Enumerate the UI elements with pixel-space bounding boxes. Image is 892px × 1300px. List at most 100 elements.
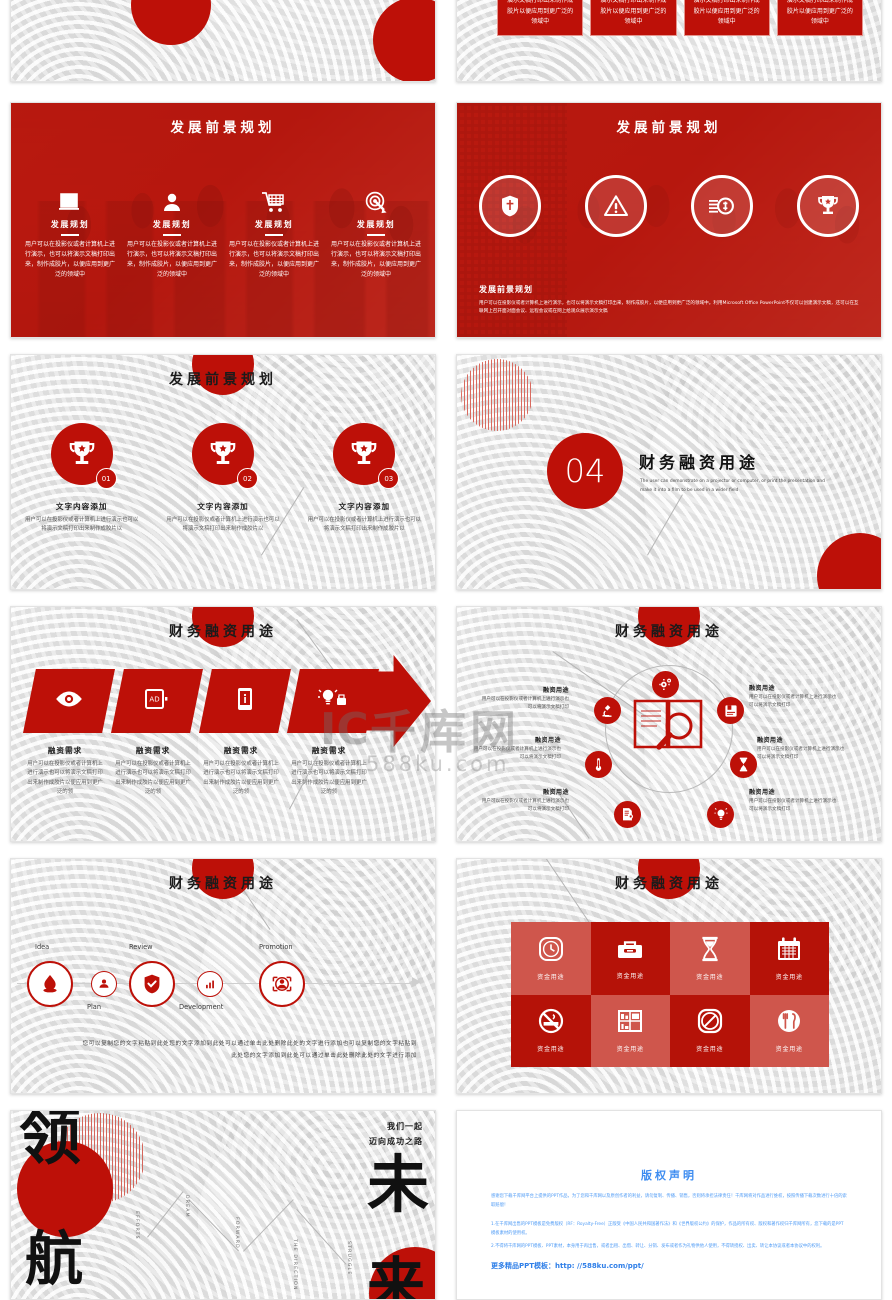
trophy-item[interactable]: 03 文字内容添加 用户可以在投影仪或者计算机上进行演示也可以将演示文稿打印出来… xyxy=(305,423,423,535)
feature-item[interactable]: 发展规划 用户可以在投影仪或者计算机上进行演示，也可以将演示文稿打印出来，制作成… xyxy=(19,191,121,280)
slide-cell-5[interactable]: 04 财务融资用途 The user can demonstrate on a … xyxy=(446,346,892,598)
target-icon xyxy=(331,191,421,219)
hourglass-icon xyxy=(699,936,721,966)
droplet-icon[interactable] xyxy=(27,961,73,1007)
trophy-item[interactable]: 01 文字内容添加 用户可以在投影仪或者计算机上进行演示也可以将演示文稿打印出来… xyxy=(23,423,141,535)
slide-cell-11[interactable]: 版权声明 感谢您下载千库网平台上提供的PPT作品，为了您和千库网以及原创作者的利… xyxy=(446,1102,892,1300)
bar-chart-icon xyxy=(25,191,115,219)
node-text: 用户可以在投影仪或者计算机上进行演示也可以将演示文稿打印 xyxy=(749,695,837,709)
slide-timeline[interactable]: 财务融资用途 Idea Plan Review Development Prom… xyxy=(10,858,436,1094)
tile-no-entry[interactable]: 资金用途 xyxy=(670,994,750,1067)
node-label: 融资用途 用户可以在投影仪或者计算机上进行演示也可以将演示文稿打印 xyxy=(757,735,845,763)
tile-toolbox[interactable]: 资金用途 xyxy=(590,922,670,995)
trophy-heading: 文字内容添加 xyxy=(338,502,391,511)
slide-title: 发展前景规划 xyxy=(170,120,276,136)
timeline-label-promotion: Promotion xyxy=(259,943,293,951)
slide-arrow-chevrons[interactable]: 财务融资用途 AD 融资需求 用户可以在投影仪或者计算机上进行演示也可以将演示文… xyxy=(10,606,436,842)
caption-block: 发展前景规划 用户可以在投影仪或者计算机上进行演示，也可以将演示文稿打印出来，制… xyxy=(479,284,859,317)
chevron-segment[interactable] xyxy=(23,669,115,733)
slide-cell-9[interactable]: 财务融资用途 资金用途 资金用途 资金用途 资金用途 资金用途 资金用途 资金用… xyxy=(446,850,892,1102)
divider xyxy=(265,234,283,236)
shield-check-icon[interactable] xyxy=(129,961,175,1007)
tile-label: 资金用途 xyxy=(775,973,803,981)
slide-cell-7[interactable]: 财务融资用途 融资用途 用户可以在投影仪或者计算机上进行演示也可以将演示文稿打印… xyxy=(446,598,892,850)
slide-top-left-partial[interactable] xyxy=(10,0,436,82)
shield-icon[interactable] xyxy=(479,175,541,237)
trophy-item[interactable]: 02 文字内容添加 用户可以在投影仪或者计算机上进行演示也可以将演示文稿打印出来… xyxy=(164,423,282,535)
slide-cell-2[interactable]: 发展前景规划 发展规划 用户可以在投影仪或者计算机上进行演示，也可以将演示文稿打… xyxy=(0,94,446,346)
feature-heading: 发展规划 xyxy=(254,220,294,229)
trophy-icon[interactable] xyxy=(797,175,859,237)
feature-item[interactable]: 发展规划 用户可以在投影仪或者计算机上进行演示，也可以将演示文稿打印出来，制作成… xyxy=(325,191,427,280)
slide-circular-diagram[interactable]: 财务融资用途 融资用途 用户可以在投影仪或者计算机上进行演示也可以将演示文稿打印… xyxy=(456,606,882,842)
caption-heading: 融资需求 xyxy=(135,746,171,755)
ppt-template-preview-grid: 用户可以在投影仪或者计算机上进行演示也可以将演示文稿打印出来制作成胶片以便应用到… xyxy=(0,0,892,1300)
warning-icon[interactable] xyxy=(585,175,647,237)
microscope-icon[interactable] xyxy=(594,697,621,724)
info-card-text: 用户可以在投影仪或者计算机上进行演示也可以将演示文稿打印出来制作成胶片以便应用到… xyxy=(693,0,760,25)
slide-closing[interactable]: 领 航 未 来 我们一起 迈向成功之路 EFFORTS DREAM FORWAR… xyxy=(10,1110,436,1300)
node-heading: 融资用途 xyxy=(542,789,569,796)
slide-title: 发展前景规划 xyxy=(616,120,722,136)
section-number: 04 xyxy=(547,433,623,509)
tile-no-smoking[interactable]: 资金用途 xyxy=(511,994,591,1067)
slide-trophies[interactable]: 发展前景规划 01 文字内容添加 用户可以在投影仪或者计算机上进行演示也可以将演… xyxy=(10,354,436,590)
slide-cell-6[interactable]: 财务融资用途 AD 融资需求 用户可以在投影仪或者计算机上进行演示也可以将演示文… xyxy=(0,598,446,850)
tile-shelf[interactable]: 资金用途 xyxy=(590,994,670,1067)
trophy-heading: 文字内容添加 xyxy=(197,502,249,511)
notebook-icon[interactable] xyxy=(717,697,744,724)
lightbulb-icon[interactable] xyxy=(707,801,734,828)
timeline-arrow xyxy=(412,977,421,987)
tile-hourglass[interactable]: 资金用途 xyxy=(670,922,750,995)
feature-text: 用户可以在投影仪或者计算机上进行演示，也可以将演示文稿打印出来，制作成胶片，以便… xyxy=(229,240,320,279)
caption-title: 发展前景规划 xyxy=(479,284,533,294)
gear-icon[interactable] xyxy=(652,671,679,698)
slide-top-right-partial[interactable]: 用户可以在投影仪或者计算机上进行演示也可以将演示文稿打印出来制作成胶片以便应用到… xyxy=(456,0,882,82)
person-icon[interactable] xyxy=(91,971,117,997)
info-card[interactable]: 用户可以在投影仪或者计算机上进行演示也可以将演示文稿打印出来制作成胶片以便应用到… xyxy=(590,0,677,36)
path-label-struggle: STRUGGLE xyxy=(346,1241,351,1276)
clock-icon xyxy=(538,936,564,966)
node-text: 用户可以在投影仪或者计算机上进行演示也可以将演示文稿打印 xyxy=(749,799,837,813)
slide-cell-0[interactable] xyxy=(0,0,446,90)
chevron-segment[interactable] xyxy=(199,669,291,733)
info-card[interactable]: 用户可以在投影仪或者计算机上进行演示也可以将演示文稿打印出来制作成胶片以便应用到… xyxy=(497,0,584,36)
slide-cell-4[interactable]: 发展前景规划 01 文字内容添加 用户可以在投影仪或者计算机上进行演示也可以将演… xyxy=(0,346,446,598)
feature-item[interactable]: 发展规划 用户可以在投影仪或者计算机上进行演示，也可以将演示文稿打印出来，制作成… xyxy=(223,191,325,280)
copyright-link[interactable]: 更多精品PPT模板：http: //588ku.com/ppt/ xyxy=(491,1261,644,1271)
tile-cutlery[interactable]: 资金用途 xyxy=(749,994,829,1067)
slide-eight-tiles[interactable]: 财务融资用途 资金用途 资金用途 资金用途 资金用途 资金用途 资金用途 资金用… xyxy=(456,858,882,1094)
info-card[interactable]: 用户可以在投影仪或者计算机上进行演示也可以将演示文稿打印出来制作成胶片以便应用到… xyxy=(776,0,863,36)
slide-cell-8[interactable]: 财务融资用途 Idea Plan Review Development Prom… xyxy=(0,850,446,1102)
timeline-label-development: Development xyxy=(179,1003,224,1011)
bar-chart-icon[interactable] xyxy=(197,971,223,997)
slide-dev-prospect-rings[interactable]: 发展前景规划 发展前景规划 用户可以在投影仪或者计算机上进行演示，也可以将演示文… xyxy=(456,102,882,338)
slide-copyright[interactable]: 版权声明 感谢您下载千库网平台上提供的PPT作品，为了您和千库网以及原创作者的利… xyxy=(456,1110,882,1300)
slide-cell-1[interactable]: 用户可以在投影仪或者计算机上进行演示也可以将演示文稿打印出来制作成胶片以便应用到… xyxy=(446,0,892,90)
tagline-line-1: 我们一起 xyxy=(387,1122,423,1131)
feature-heading: 发展规划 xyxy=(356,220,396,229)
doc-badge-icon[interactable] xyxy=(614,801,641,828)
timeline-body-text: 您可以复制您的文字粘贴到此处您的文字添加到此处可以通过单击此处删除此处的文字进行… xyxy=(82,1041,417,1059)
thermometer-icon[interactable] xyxy=(585,751,612,778)
info-card[interactable]: 用户可以在投影仪或者计算机上进行演示也可以将演示文稿打印出来制作成胶片以便应用到… xyxy=(683,0,770,36)
slide-section-04[interactable]: 04 财务融资用途 The user can demonstrate on a … xyxy=(456,354,882,590)
trophy-text: 用户可以在投影仪或者计算机上进行演示也可以将演示文稿打印出来制作成胶片以 xyxy=(166,517,280,533)
hourglass-icon[interactable] xyxy=(730,751,757,778)
target-person-icon[interactable] xyxy=(259,961,305,1007)
node-text: 用户可以在投影仪或者计算机上进行演示也可以将演示文稿打印 xyxy=(473,747,561,761)
no-entry-icon xyxy=(697,1008,723,1038)
slide-cell-10[interactable]: 领 航 未 来 我们一起 迈向成功之路 EFFORTS DREAM FORWAR… xyxy=(0,1102,446,1300)
node-label: 融资用途 用户可以在投影仪或者计算机上进行演示也可以将演示文稿打印 xyxy=(481,685,569,713)
slide-dev-prospect-photo[interactable]: 发展前景规划 发展规划 用户可以在投影仪或者计算机上进行演示，也可以将演示文稿打… xyxy=(10,102,436,338)
chevron-captions: 融资需求 用户可以在投影仪或者计算机上进行演示也可以将演示文稿打印出来制作成胶片… xyxy=(21,745,373,798)
feature-heading: 发展规划 xyxy=(152,220,192,229)
tile-calendar[interactable]: 资金用途 xyxy=(749,922,829,995)
feature-item[interactable]: 发展规划 用户可以在投影仪或者计算机上进行演示，也可以将演示文稿打印出来，制作成… xyxy=(121,191,223,280)
caption-text: 用户可以在投影仪或者计算机上进行演示也可以将演示文稿打印出来制作成胶片以便应用到… xyxy=(291,761,367,796)
money-stack-icon[interactable] xyxy=(691,175,753,237)
tile-clock[interactable]: 资金用途 xyxy=(511,922,591,995)
copyright-title: 版权声明 xyxy=(641,1169,697,1182)
slide-cell-3[interactable]: 发展前景规划 发展前景规划 用户可以在投影仪或者计算机上进行演示，也可以将演示文… xyxy=(446,94,892,346)
chevron-segment[interactable]: AD xyxy=(111,669,203,733)
